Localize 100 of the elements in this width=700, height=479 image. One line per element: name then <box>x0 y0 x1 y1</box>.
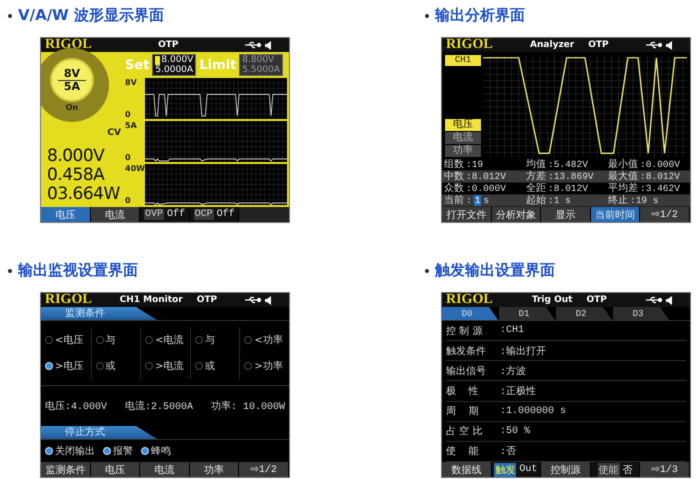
softkey[interactable]: 电压 <box>90 462 140 477</box>
axis-label: 40W <box>125 164 145 173</box>
bullet-icon <box>8 14 12 18</box>
softkey[interactable]: 电流 <box>140 462 190 477</box>
softkey[interactable]: 电流 <box>90 207 140 222</box>
screen-title: Trig Out <box>532 295 572 305</box>
softkey[interactable]: ⇨1/3 <box>640 462 690 477</box>
speaker-icon <box>666 296 672 304</box>
stat-value: :19 <box>466 159 484 170</box>
radio-option[interactable]: >功率 <box>244 359 289 373</box>
threshold-value: 电压:4.000V <box>45 400 108 413</box>
stat-value: :5.482V <box>548 159 588 170</box>
field-label: 控 制 源 <box>446 324 484 338</box>
section-heading: 触发输出设置界面 <box>435 261 555 280</box>
field-value: :CH1 <box>500 325 524 336</box>
section-tab[interactable]: 停止方式 <box>41 426 157 439</box>
stat-label: 组数 <box>444 159 464 170</box>
field-value: :方波 <box>500 364 526 378</box>
radio-option[interactable]: >电压 <box>45 359 91 373</box>
bullet-icon <box>425 14 429 18</box>
threshold-value: 功率: 10.000W <box>210 400 285 413</box>
target-option[interactable]: 功率 <box>445 145 481 157</box>
softkey[interactable]: 使能 否 <box>590 462 640 477</box>
stat-label: 众数 <box>444 183 464 194</box>
field-label: 使 能 <box>446 444 480 458</box>
channel-tab[interactable]: D1 <box>499 307 555 320</box>
stat-value: :8.012V <box>640 171 680 182</box>
current-setpoint: 5A <box>64 80 80 92</box>
field-label: 输出信号 <box>446 364 487 378</box>
field-value: :1.000000 s <box>500 406 566 417</box>
softkey[interactable]: OCP Off <box>190 207 240 222</box>
stat-value: :8.012V <box>466 171 506 182</box>
measured-reading: 8.000V <box>47 147 106 166</box>
cursor-marker <box>155 56 160 64</box>
radio-option[interactable]: 报警 <box>103 444 133 458</box>
limit-value-field[interactable]: 8.800V 5.5000A <box>239 54 283 76</box>
channel-tab[interactable]: D2 <box>556 307 612 320</box>
usb-icon <box>646 296 662 304</box>
stat-value: :0.000V <box>640 159 680 170</box>
softkey[interactable]: 打开文件 <box>442 207 492 222</box>
axis-label: 0 <box>125 153 132 162</box>
field-label: 占 空 比 <box>446 424 484 438</box>
channel-tag: CH1 <box>445 55 481 66</box>
voltage-value: 8.800V <box>242 55 276 65</box>
radio-option[interactable]: 或 <box>96 359 140 373</box>
radio-option[interactable]: <电压 <box>45 333 91 347</box>
stat-label: 中数 <box>444 171 464 182</box>
field-label: 周 期 <box>446 404 480 418</box>
set-value-field[interactable]: 8.000V 5.0000A <box>152 54 196 76</box>
radio-option[interactable]: 蜂鸣 <box>141 444 171 458</box>
stat-label: 全距 <box>526 183 546 194</box>
bullet-icon <box>425 268 429 272</box>
target-option[interactable]: 电流 <box>445 132 481 144</box>
channel-tab[interactable]: D3 <box>613 307 669 320</box>
brand-logo: RIGOL <box>45 293 92 307</box>
brand-logo: RIGOL <box>45 38 92 52</box>
softkey[interactable]: OVP Off <box>140 207 190 222</box>
softkey[interactable]: 触发 Out <box>492 462 542 477</box>
stat-value: :3.462V <box>640 183 680 194</box>
stat-value[interactable]: : 1 s <box>466 195 490 206</box>
stat-label: 起始 <box>526 195 546 206</box>
stat-value: :1 s <box>548 195 571 206</box>
stat-value: :8.012V <box>548 183 588 194</box>
section-tab[interactable]: 监测条件 <box>41 307 157 320</box>
target-option[interactable]: 电压 <box>445 119 481 131</box>
softkey[interactable]: 监测条件 <box>41 462 91 477</box>
measured-reading: 03.664W <box>47 185 121 204</box>
field-label: 触发条件 <box>446 344 487 358</box>
set-label: Set <box>125 58 150 72</box>
softkey[interactable]: 显示 <box>541 207 591 222</box>
stat-label: 最大值 <box>608 171 638 182</box>
stat-label: 均值 <box>526 159 546 170</box>
radio-option[interactable]: <功率 <box>244 333 289 347</box>
brand-logo: RIGOL <box>446 38 493 52</box>
softkey[interactable]: ⇨1/2 <box>239 462 289 477</box>
radio-option[interactable]: 关闭输出 <box>45 444 95 458</box>
radio-option[interactable]: 与 <box>194 333 240 347</box>
usb-icon <box>244 296 261 304</box>
field-value: :正极性 <box>500 384 536 398</box>
screen-title: CH1 Monitor <box>120 295 183 305</box>
current-value: 5.5000A <box>242 65 280 75</box>
mode-label: CV <box>107 128 121 138</box>
softkey[interactable]: 数据线 <box>442 462 492 477</box>
radio-option[interactable]: 与 <box>96 333 140 347</box>
usb-icon <box>244 41 261 49</box>
output-state: On <box>66 103 78 112</box>
softkey[interactable]: 控制源 <box>541 462 591 477</box>
softkey[interactable]: ⇨1/2 <box>640 207 690 222</box>
softkey[interactable]: 当前时间 <box>590 207 640 222</box>
speaker-icon <box>264 40 271 50</box>
radio-option[interactable]: >电流 <box>145 359 190 373</box>
radio-option[interactable]: <电流 <box>145 333 190 347</box>
softkey[interactable]: 电压 <box>41 207 91 222</box>
radio-option[interactable]: 或 <box>194 359 240 373</box>
softkey[interactable]: 功率 <box>190 462 240 477</box>
current-value: 5.0000A <box>155 65 194 75</box>
softkey[interactable]: 分析对象 <box>492 207 542 222</box>
stat-label: 平均差 <box>608 183 638 194</box>
channel-tab[interactable]: D0 <box>442 307 498 320</box>
stat-value: :0.000V <box>466 183 506 194</box>
